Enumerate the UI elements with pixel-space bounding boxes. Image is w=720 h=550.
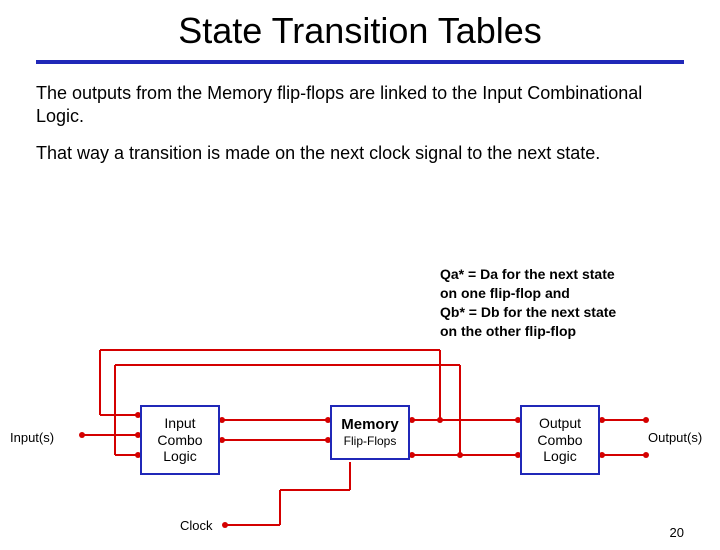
- memory-sub: Flip-Flops: [344, 434, 397, 448]
- input-box-l3: Logic: [163, 448, 196, 465]
- memory-title: Memory: [341, 416, 399, 434]
- clock-label: Clock: [180, 518, 213, 533]
- input-combo-logic-box: Input Combo Logic: [140, 405, 220, 475]
- note-line4: on the other flip-flop: [440, 323, 576, 339]
- slide-title: State Transition Tables: [0, 10, 720, 52]
- memory-box: Memory Flip-Flops: [330, 405, 410, 460]
- note-line1: Qa* = Da for the next state: [440, 266, 615, 282]
- output-box-l1: Output: [539, 415, 581, 432]
- input-box-l1: Input: [164, 415, 195, 432]
- equation-note: Qa* = Da for the next state on one flip-…: [440, 265, 660, 341]
- output-combo-logic-box: Output Combo Logic: [520, 405, 600, 475]
- output-box-l2: Combo: [537, 432, 582, 449]
- slide-number: 20: [670, 525, 684, 540]
- outputs-label: Output(s): [648, 430, 702, 445]
- output-box-l3: Logic: [543, 448, 576, 465]
- note-line2: on one flip-flop and: [440, 285, 570, 301]
- inputs-label: Input(s): [10, 430, 54, 445]
- paragraph-1: The outputs from the Memory flip-flops a…: [36, 82, 684, 128]
- paragraph-2: That way a transition is made on the nex…: [36, 142, 684, 165]
- title-underline: [36, 60, 684, 64]
- input-box-l2: Combo: [157, 432, 202, 449]
- note-line3: Qb* = Db for the next state: [440, 304, 616, 320]
- block-diagram: Input(s) Input Combo Logic Memory Flip-F…: [0, 380, 720, 540]
